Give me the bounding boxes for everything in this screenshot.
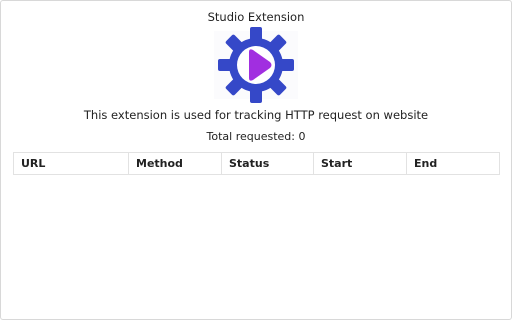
- column-start: Start: [313, 152, 407, 175]
- column-status: Status: [221, 152, 314, 175]
- gear-play-icon: [214, 27, 298, 103]
- column-method: Method: [128, 152, 222, 175]
- column-end: End: [406, 152, 500, 175]
- table-header-row: URL Method Status Start End: [13, 152, 500, 175]
- total-requested: Total requested: 0: [206, 130, 306, 143]
- column-url: URL: [13, 152, 129, 175]
- description-text: This extension is used for tracking HTTP…: [83, 108, 429, 122]
- request-table: URL Method Status Start End: [13, 152, 500, 175]
- logo: [206, 27, 306, 103]
- app-title: Studio Extension: [207, 10, 305, 24]
